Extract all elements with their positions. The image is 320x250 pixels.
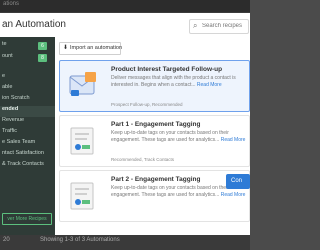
add-automation-modal: an Automation ⌕ te 6 ount 8 e able ion S… (0, 13, 250, 250)
page-size-select[interactable]: 20 (3, 237, 10, 243)
app-topbar: ations (0, 0, 250, 12)
sidebar-item[interactable]: te 6 (0, 41, 55, 52)
sidebar-item[interactable]: e (0, 73, 55, 84)
recipe-card[interactable]: Part 1 - Engagement Tagging Keep up-to-d… (59, 115, 250, 167)
discover-more-recipes-button[interactable]: ver More Recipes (2, 213, 52, 225)
search-icon: ⌕ (193, 21, 198, 30)
sidebar-item[interactable]: ntact Satisfaction (0, 150, 55, 161)
card-title: Part 1 - Engagement Tagging (111, 121, 201, 128)
modal-header: an Automation ⌕ (0, 13, 250, 37)
card-desc-text: Keep up-to-date tags on your contacts ba… (111, 130, 229, 143)
sidebar-item[interactable]: & Track Contacts (0, 161, 55, 172)
topbar-title: ations (3, 1, 20, 7)
sidebar-item[interactable]: ion Scratch (0, 95, 55, 106)
sidebar-item[interactable]: e Sales Team (0, 139, 55, 150)
card-tags: Recommended, Track Contacts (111, 157, 175, 162)
sidebar-item-recommended[interactable]: ended (0, 106, 55, 117)
sidebar-item-label: e (2, 73, 6, 79)
sidebar-item-label: Revenue (2, 117, 25, 123)
read-more-link[interactable]: Read More (221, 137, 246, 143)
sidebar-item[interactable]: able (0, 84, 55, 95)
recipe-card[interactable]: Part 2 - Engagement Tagging Keep up-to-d… (59, 170, 250, 222)
import-button-label: Import an automation (70, 45, 123, 51)
sidebar-item-label: e Sales Team (2, 139, 36, 145)
card-description: Deliver messages that align with the pro… (111, 75, 246, 89)
count-badge: 6 (38, 42, 47, 50)
envelope-product-icon (69, 72, 96, 96)
read-more-link[interactable]: Read More (197, 82, 222, 88)
search-box[interactable]: ⌕ (189, 19, 249, 34)
sidebar-item-label: able (2, 84, 13, 90)
card-title: Product Interest Targeted Follow-up (111, 66, 223, 73)
sidebar-item-label: ount (2, 53, 13, 59)
sidebar-item[interactable]: Traffic (0, 128, 55, 139)
sidebar-item-label: Traffic (2, 128, 17, 134)
import-automation-button[interactable]: ⬇ Import an automation (59, 42, 123, 55)
card-tags: Prospect Follow-up, Recommended (111, 102, 183, 107)
pagination-bar: 20 Showing 1-3 of 3 Automations (0, 235, 250, 250)
sidebar-item-label: ended (2, 106, 19, 112)
card-description: Keep up-to-date tags on your contacts ba… (111, 130, 246, 144)
tag-document-icon (70, 182, 94, 210)
sidebar-item[interactable]: ount 8 (0, 53, 55, 64)
sidebar-item[interactable]: Revenue (0, 117, 55, 128)
card-desc-text: Keep up-to-date tags on your contacts ba… (111, 185, 229, 198)
tag-document-icon (70, 127, 94, 155)
sidebar-item-label: te (2, 41, 7, 47)
modal-title: an Automation (2, 19, 66, 30)
card-title: Part 2 - Engagement Tagging (111, 176, 201, 183)
count-badge: 8 (38, 54, 47, 62)
search-input[interactable] (202, 21, 246, 31)
continue-button[interactable]: Con (226, 174, 250, 189)
sidebar-item-label: ntact Satisfaction (2, 150, 44, 156)
sidebar-item-label: ion Scratch (2, 95, 30, 101)
recipe-card[interactable]: Product Interest Targeted Follow-up Deli… (59, 60, 250, 112)
read-more-link[interactable]: Read More (221, 192, 246, 198)
showing-count: Showing 1-3 of 3 Automations (40, 237, 120, 243)
download-icon: ⬇ (63, 45, 69, 51)
sidebar-item-label: & Track Contacts (2, 161, 44, 167)
recipe-category-sidebar: te 6 ount 8 e able ion Scratch ended Rev… (0, 37, 55, 250)
